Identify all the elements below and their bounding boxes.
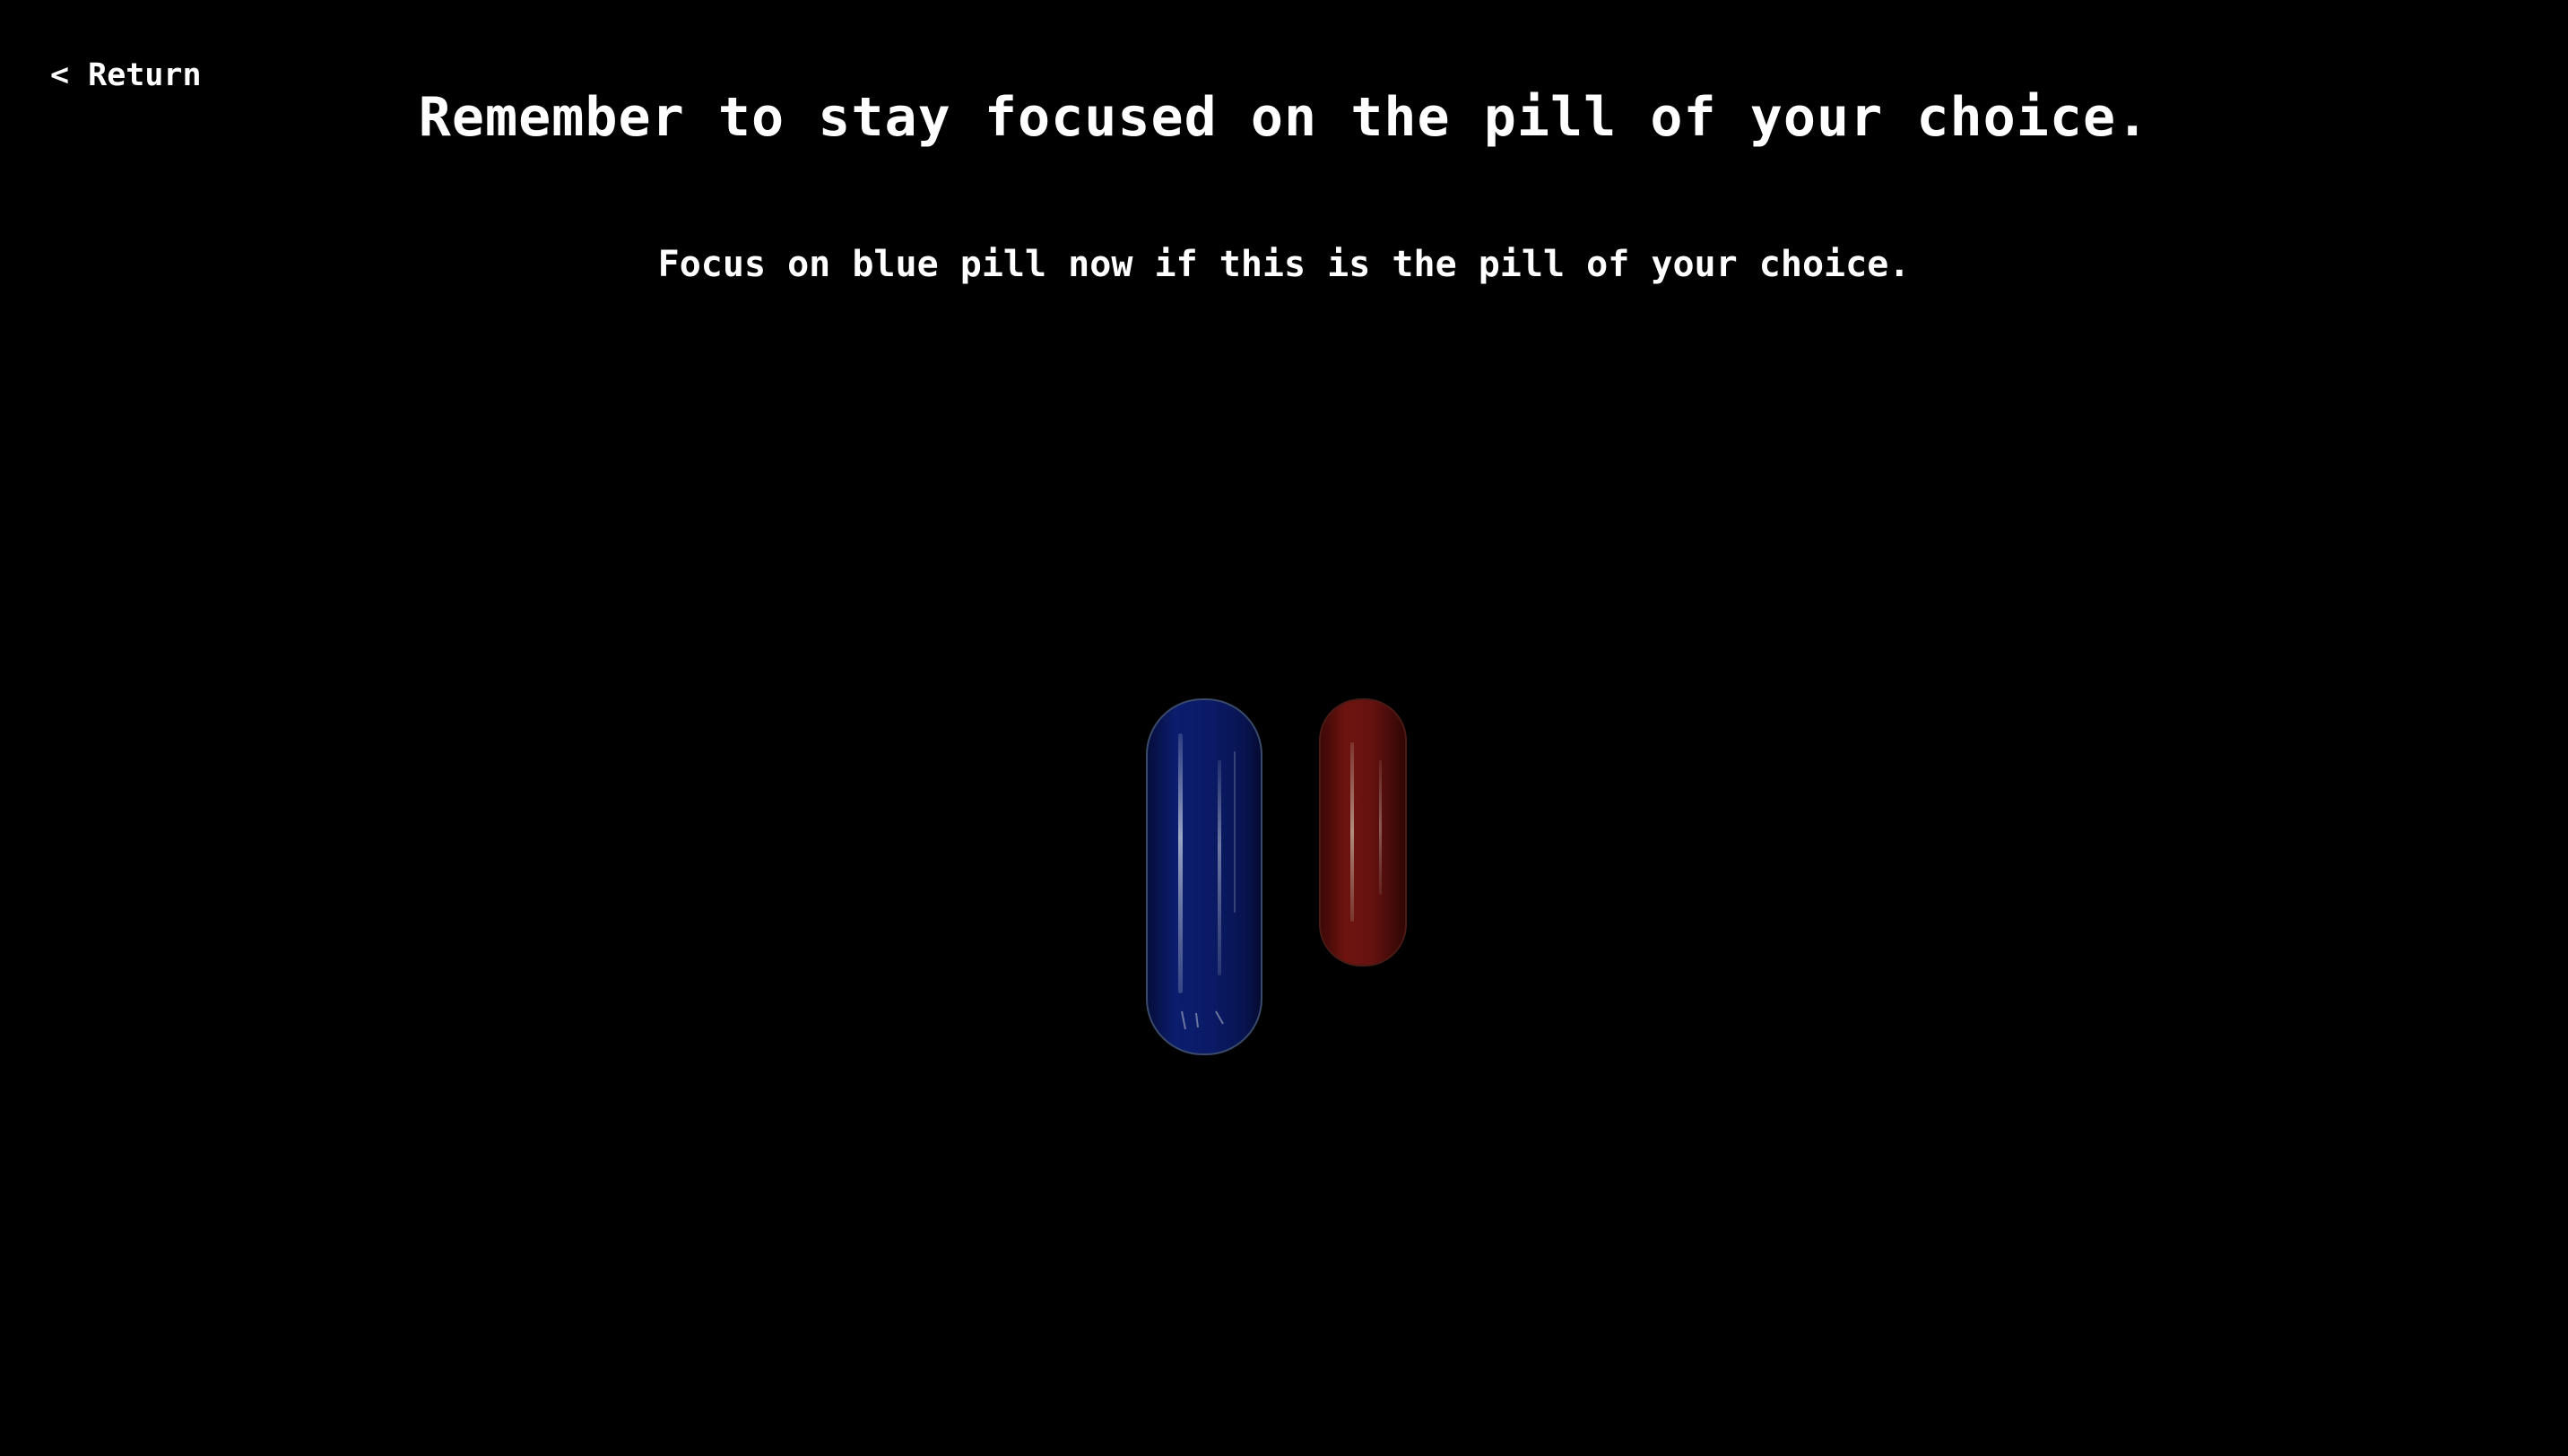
page-title: Remember to stay focused on the pill of …	[418, 86, 2150, 149]
instruction-text: Focus on blue pill now if this is the pi…	[657, 244, 1911, 285]
red-pill-icon	[1319, 698, 1407, 966]
blue-pill-icon	[1146, 698, 1262, 1055]
red-pill[interactable]	[1318, 698, 1408, 967]
blue-pill[interactable]	[1144, 698, 1264, 1056]
